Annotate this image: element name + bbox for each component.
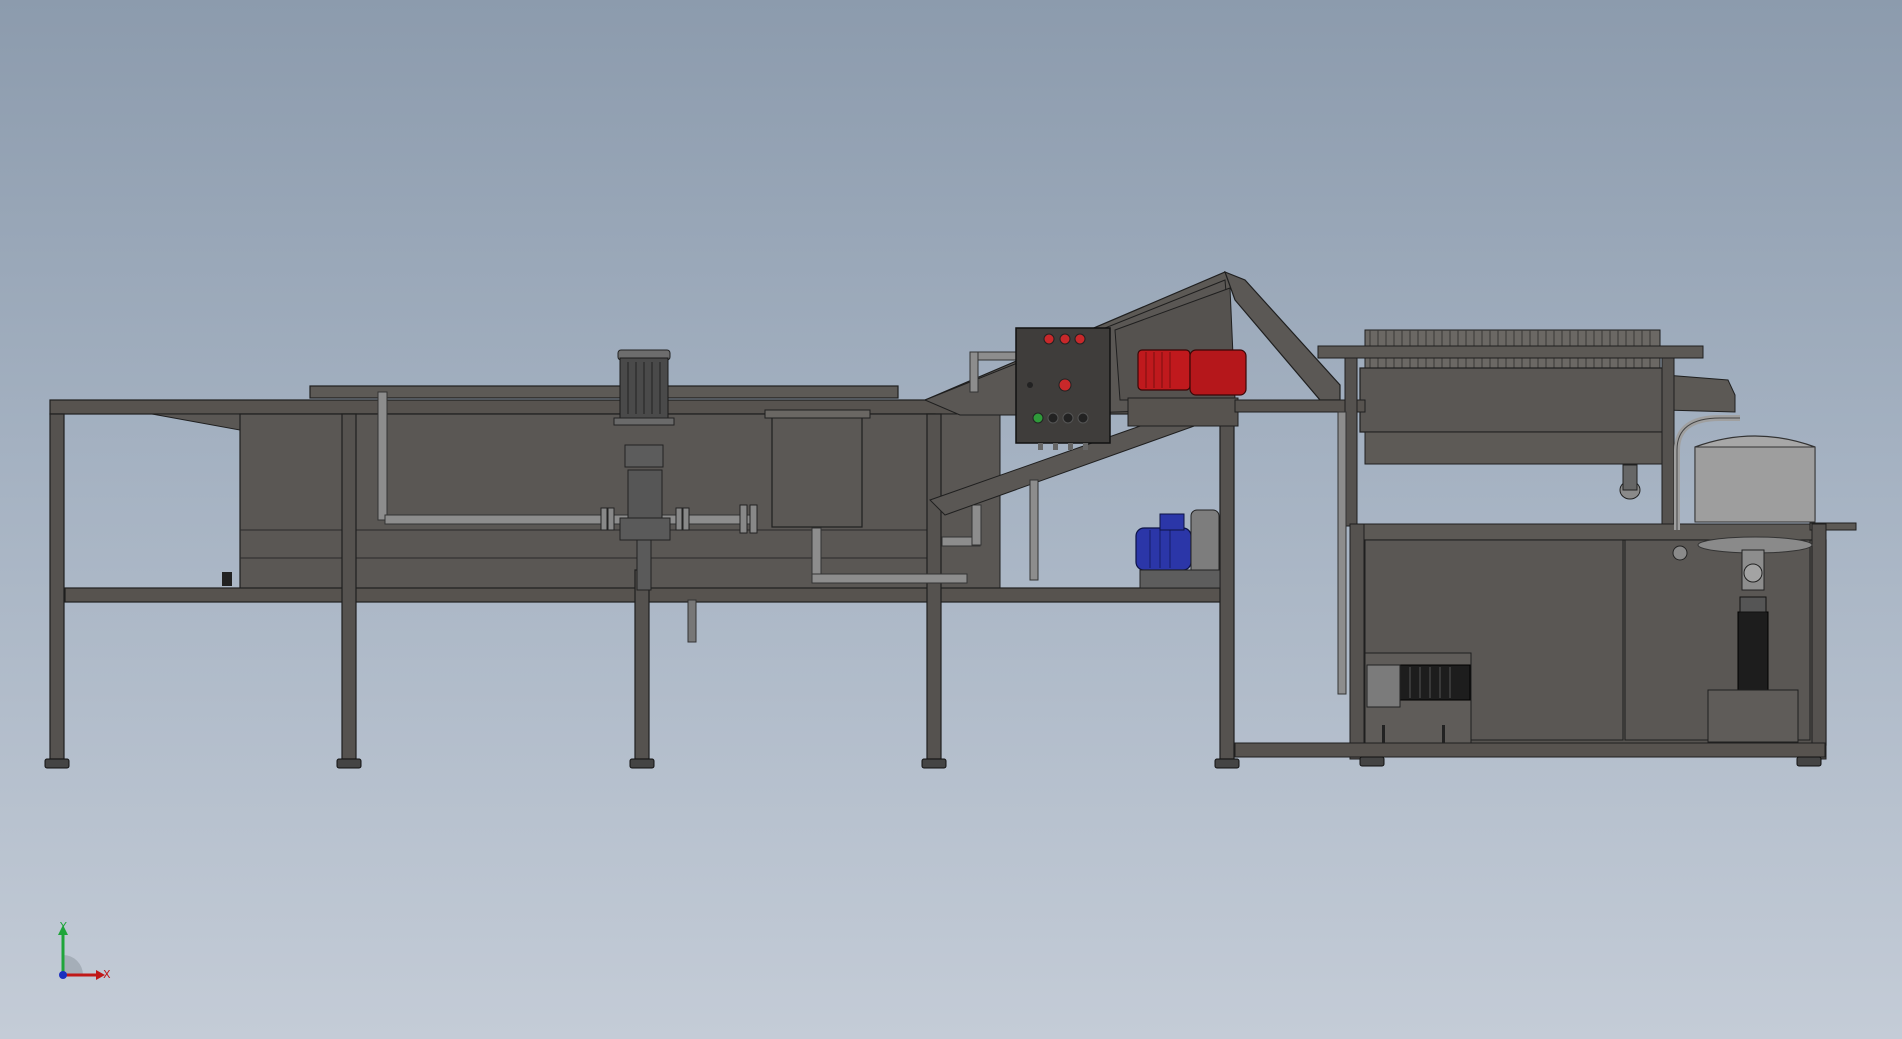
pump-stage — [627, 469, 663, 521]
dryer-post — [1344, 357, 1358, 527]
horizontal-pipe — [384, 514, 756, 525]
cable-gland — [1038, 443, 1043, 450]
overflow-box-lid — [764, 409, 871, 419]
motor-mount — [1127, 397, 1239, 427]
pump-column — [636, 539, 652, 591]
tank-cylinder — [1694, 446, 1816, 523]
drain-pipe — [687, 599, 697, 643]
cabinet-frame-right — [1811, 523, 1827, 760]
spray-pipe — [969, 351, 979, 393]
overflow-box — [771, 414, 863, 528]
cable-gland — [1083, 443, 1088, 450]
control-button[interactable] — [1047, 412, 1059, 424]
blue-motor-terminal — [1159, 513, 1185, 531]
top-cover-plate — [309, 385, 899, 399]
tank-pump-head — [1739, 596, 1767, 613]
emergency-stop-button[interactable] — [1058, 378, 1072, 392]
blower-motor[interactable] — [1135, 509, 1221, 589]
control-button[interactable] — [1077, 412, 1089, 424]
roller-bracket — [1622, 464, 1638, 491]
indicator-lamp-red[interactable] — [1043, 333, 1055, 345]
control-button[interactable] — [1062, 412, 1074, 424]
dryer-top-rail — [1317, 345, 1704, 359]
pipe-flange — [607, 507, 615, 531]
dryer-hopper — [1359, 367, 1666, 433]
main-switch[interactable] — [1027, 382, 1033, 388]
triad-x-label: X — [103, 968, 111, 981]
fan-leg — [1382, 725, 1385, 743]
pump-base — [619, 517, 671, 541]
leg — [634, 569, 650, 760]
return-pipe-vertical — [811, 527, 822, 579]
blower-base — [1139, 569, 1221, 589]
dryer-side-pipe — [1337, 411, 1347, 695]
leveling-foot — [1359, 756, 1385, 767]
cabinet-base — [1234, 742, 1826, 758]
cabinet-frame-left — [1349, 523, 1365, 760]
pipe-flange — [675, 507, 683, 531]
pump-motor-flange — [613, 417, 675, 426]
pipe-flange — [739, 504, 748, 534]
leg — [49, 413, 65, 760]
pipe-flange — [600, 507, 608, 531]
dryer-post — [1661, 357, 1675, 527]
triad-z-axis — [59, 971, 67, 979]
tank-pump — [1737, 611, 1769, 691]
fan-housing — [1366, 664, 1401, 708]
machine-model-view[interactable]: Y X — [0, 0, 1902, 1039]
fan-leg — [1442, 725, 1445, 743]
leveling-foot — [44, 758, 70, 769]
coordinate-triad: Y X — [58, 920, 111, 981]
leveling-foot — [1796, 756, 1822, 767]
dryer-tray — [1364, 431, 1671, 465]
tank-outlet-fitting — [1743, 563, 1763, 583]
triad-y-label: Y — [59, 920, 67, 933]
leg — [341, 413, 357, 760]
spray-pipe — [974, 351, 1021, 361]
leveling-foot — [1214, 758, 1240, 769]
pipe-flange — [682, 507, 690, 531]
control-panel[interactable] — [1015, 327, 1111, 450]
spray-pipe — [1029, 479, 1039, 581]
leveling-foot — [921, 758, 947, 769]
return-pipe-horizontal — [811, 573, 968, 584]
drain-block — [222, 572, 232, 586]
vertical-pipe — [377, 391, 388, 521]
pump-stage — [624, 444, 664, 468]
leg — [926, 413, 942, 760]
leveling-foot — [336, 758, 362, 769]
conveyor-gear-motor[interactable] — [1127, 349, 1247, 427]
blue-motor-body — [1135, 527, 1192, 571]
indicator-lamp-red[interactable] — [1074, 333, 1086, 345]
leveling-foot — [629, 758, 655, 769]
leg — [1219, 399, 1235, 760]
cable-gland — [1053, 443, 1058, 450]
start-button-green[interactable] — [1032, 412, 1044, 424]
triad-quadrant — [63, 955, 83, 975]
cable-gland — [1068, 443, 1073, 450]
indicator-lamp-red[interactable] — [1059, 333, 1071, 345]
dryer-exit-chute — [1664, 374, 1736, 413]
pipe-elbow — [971, 504, 982, 546]
pipe-flange — [749, 504, 758, 534]
red-gearbox — [1189, 349, 1247, 396]
tank-pump-base — [1707, 689, 1799, 743]
tank-valve[interactable] — [1672, 545, 1688, 561]
graphics-viewport[interactable]: Y X — [0, 0, 1902, 1039]
